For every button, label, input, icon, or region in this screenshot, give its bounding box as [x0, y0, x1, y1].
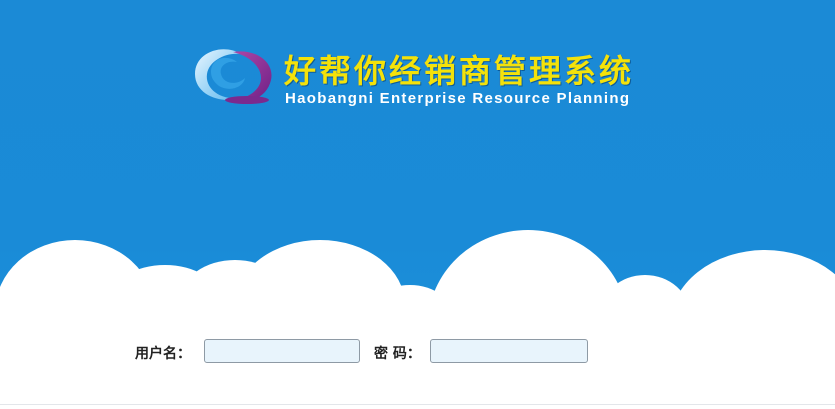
username-input[interactable]	[204, 339, 360, 363]
login-form: 用户名： 密 码：	[0, 0, 835, 409]
password-label: 密 码：	[374, 346, 421, 362]
username-label: 用户名：	[135, 346, 191, 362]
footer-divider	[0, 404, 835, 405]
password-input[interactable]	[430, 339, 588, 363]
